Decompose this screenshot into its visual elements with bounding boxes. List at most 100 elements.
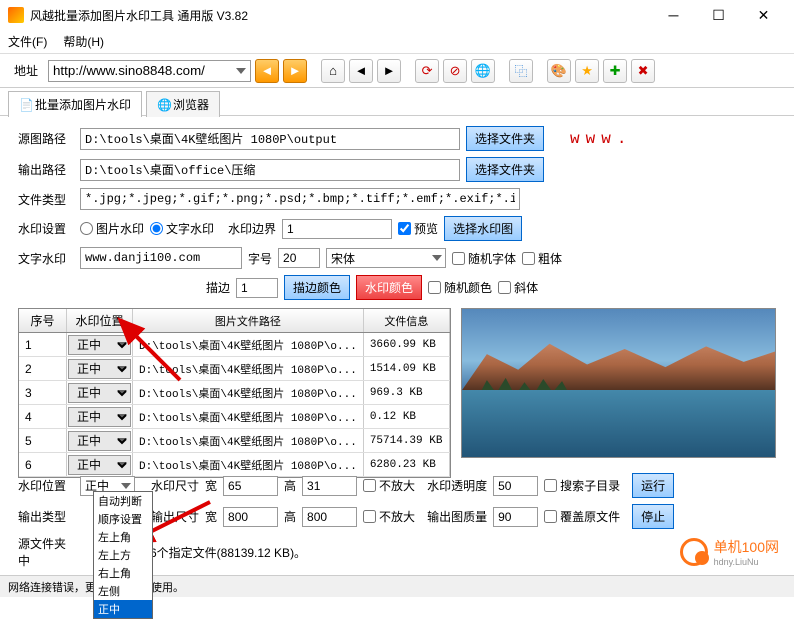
opacity-spinner[interactable]: 50 <box>493 476 538 496</box>
text-wm-label: 文字水印 <box>18 250 74 267</box>
window-title: 风越批量添加图片水印工具 通用版 V3.82 <box>30 7 651 24</box>
minimize-button[interactable]: ─ <box>651 1 696 29</box>
wm-border-spinner[interactable]: 1 <box>282 219 392 239</box>
check-italic[interactable]: 斜体 <box>498 279 538 296</box>
wm-w-spinner[interactable]: 65 <box>223 476 278 496</box>
wm-pos-dropdown[interactable]: 自动判断顺序设置左上角左上方右上角左侧正中 <box>93 491 153 619</box>
refresh-icon[interactable]: ⟳ <box>415 59 439 83</box>
check-preview[interactable]: 预览 <box>398 220 438 237</box>
table-row[interactable]: 5正中D:\tools\桌面\4K壁纸图片 1080P\o...75714.39… <box>19 429 450 453</box>
nav-forward-icon[interactable]: ► <box>377 59 401 83</box>
radio-text-wm[interactable]: 文字水印 <box>150 220 214 237</box>
select-output-folder-button[interactable]: 选择文件夹 <box>466 157 544 182</box>
dropdown-option[interactable]: 顺序设置 <box>94 510 152 528</box>
th-path[interactable]: 图片文件路径 <box>133 309 364 332</box>
dropdown-option[interactable]: 左上方 <box>94 546 152 564</box>
check-bold[interactable]: 粗体 <box>522 250 562 267</box>
go-forward-icon[interactable]: ► <box>283 59 307 83</box>
dropdown-option[interactable]: 正中 <box>94 600 152 618</box>
dropdown-option[interactable]: 自动判断 <box>94 492 152 510</box>
globe-icon[interactable]: 🌐 <box>471 59 495 83</box>
font-size-label: 字号 <box>248 250 272 267</box>
row-pos-combo[interactable]: 正中 <box>68 455 131 475</box>
cell-info: 3660.99 KB <box>364 333 450 356</box>
wm-size-label: 水印尺寸 <box>151 477 199 494</box>
stroke-color-button[interactable]: 描边颜色 <box>284 275 350 300</box>
th-seq[interactable]: 序号 <box>19 309 67 332</box>
watermark-tab-icon: 📄 <box>19 98 31 110</box>
file-type-label: 文件类型 <box>18 191 74 208</box>
address-input[interactable] <box>48 60 251 82</box>
stop-button[interactable]: 停止 <box>632 504 674 529</box>
row-pos-combo[interactable]: 正中 <box>68 407 131 427</box>
check-rand-font[interactable]: 随机字体 <box>452 250 516 267</box>
home-icon[interactable]: ⌂ <box>321 59 345 83</box>
copy-icon[interactable]: ⿻ <box>509 59 533 83</box>
table-row[interactable]: 1正中D:\tools\桌面\4K壁纸图片 1080P\o...3660.99 … <box>19 333 450 357</box>
row-pos-combo[interactable]: 正中 <box>68 431 131 451</box>
th-pos[interactable]: 水印位置 <box>67 309 133 332</box>
wm-pos-label: 水印位置 <box>18 477 74 494</box>
h-label: 高 <box>284 477 296 494</box>
out-w-spinner[interactable]: 800 <box>223 507 278 527</box>
out-size-label: 输出尺寸 <box>151 508 199 525</box>
out-type-label: 输出类型 <box>18 508 74 525</box>
cell-path: D:\tools\桌面\4K壁纸图片 1080P\o... <box>133 357 364 380</box>
file-type-input[interactable] <box>80 188 520 210</box>
menu-help[interactable]: 帮助(H) <box>63 33 104 50</box>
quality-label: 输出图质量 <box>427 508 487 525</box>
cell-path: D:\tools\桌面\4K壁纸图片 1080P\o... <box>133 333 364 356</box>
radio-image-wm[interactable]: 图片水印 <box>80 220 144 237</box>
maximize-button[interactable]: ☐ <box>696 1 741 29</box>
nav-back-icon[interactable]: ◄ <box>349 59 373 83</box>
wm-h-spinner[interactable]: 31 <box>302 476 357 496</box>
tab-watermark[interactable]: 📄 批量添加图片水印 <box>8 91 142 117</box>
stroke-spinner[interactable]: 1 <box>236 278 278 298</box>
table-row[interactable]: 4正中D:\tools\桌面\4K壁纸图片 1080P\o...0.12 KB <box>19 405 450 429</box>
run-button[interactable]: 运行 <box>632 473 674 498</box>
out-h-spinner[interactable]: 800 <box>302 507 357 527</box>
source-path-input[interactable] <box>80 128 460 150</box>
table-row[interactable]: 3正中D:\tools\桌面\4K壁纸图片 1080P\o...969.3 KB <box>19 381 450 405</box>
row-pos-combo[interactable]: 正中 <box>68 359 131 379</box>
site-watermark: 单机100网 hdny.LiuNu <box>680 537 779 567</box>
cell-info: 75714.39 KB <box>364 429 450 452</box>
delete-icon[interactable]: ✖ <box>631 59 655 83</box>
row-pos-combo[interactable]: 正中 <box>68 383 131 403</box>
select-source-folder-button[interactable]: 选择文件夹 <box>466 126 544 151</box>
check-no-enlarge-2[interactable]: 不放大 <box>363 508 415 525</box>
quality-spinner[interactable]: 90 <box>493 507 538 527</box>
check-rand-color[interactable]: 随机颜色 <box>428 279 492 296</box>
star-icon[interactable]: ★ <box>575 59 599 83</box>
select-wm-img-button[interactable]: 选择水印图 <box>444 216 522 241</box>
check-overwrite[interactable]: 覆盖原文件 <box>544 508 620 525</box>
tab-browser[interactable]: 🌐 浏览器 <box>146 91 220 117</box>
dropdown-option[interactable]: 左上角 <box>94 528 152 546</box>
src-folder-value: 6个指定文件(88139.12 KB)。 <box>150 544 306 561</box>
cell-seq: 3 <box>19 381 67 404</box>
cell-seq: 2 <box>19 357 67 380</box>
text-wm-input[interactable] <box>80 247 242 269</box>
close-button[interactable]: ✕ <box>741 1 786 29</box>
row-pos-combo[interactable]: 正中 <box>68 335 131 355</box>
table-row[interactable]: 2正中D:\tools\桌面\4K壁纸图片 1080P\o...1514.09 … <box>19 357 450 381</box>
cell-info: 0.12 KB <box>364 405 450 428</box>
address-label: 地址 <box>8 60 44 81</box>
check-search-sub[interactable]: 搜索子目录 <box>544 477 620 494</box>
dropdown-option[interactable]: 右上角 <box>94 564 152 582</box>
check-no-enlarge-1[interactable]: 不放大 <box>363 477 415 494</box>
menu-file[interactable]: 文件(F) <box>8 33 47 50</box>
stroke-label: 描边 <box>206 279 230 296</box>
th-info[interactable]: 文件信息 <box>364 309 450 332</box>
add-icon[interactable]: ✚ <box>603 59 627 83</box>
wm-setting-label: 水印设置 <box>18 220 74 237</box>
output-path-input[interactable] <box>80 159 460 181</box>
font-combo[interactable]: 宋体 <box>326 248 446 268</box>
font-size-spinner[interactable]: 20 <box>278 248 320 268</box>
color-icon[interactable]: 🎨 <box>547 59 571 83</box>
wm-color-button[interactable]: 水印颜色 <box>356 275 422 300</box>
stop-icon[interactable]: ⊘ <box>443 59 467 83</box>
w-label: 宽 <box>205 477 217 494</box>
go-back-icon[interactable]: ◄ <box>255 59 279 83</box>
dropdown-option[interactable]: 左侧 <box>94 582 152 600</box>
